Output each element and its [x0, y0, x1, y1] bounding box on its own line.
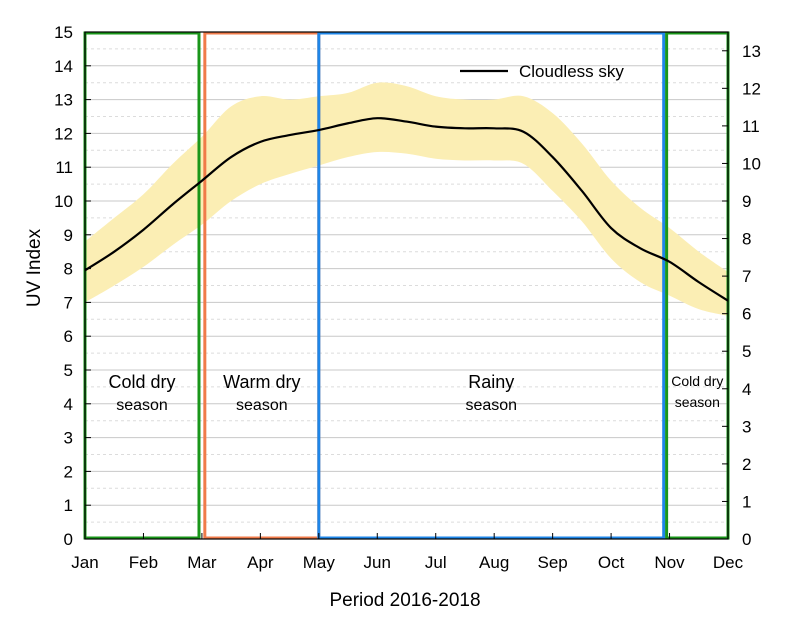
y-axis-title: UV Index — [24, 228, 45, 307]
x-tick-label: Feb — [129, 553, 158, 572]
x-tick-label: Jun — [364, 553, 391, 572]
x-tick-label: Oct — [598, 553, 625, 572]
y2-tick-label: 11 — [742, 117, 760, 136]
x-tick-label: Nov — [654, 553, 685, 572]
legend: Cloudless sky — [460, 62, 624, 81]
y-tick-label: 2 — [64, 462, 73, 481]
y-tick-label: 6 — [64, 327, 73, 346]
y2-tick-label: 5 — [742, 342, 751, 361]
season-sublabel-2: season — [465, 397, 517, 414]
y2-tick-label: 4 — [742, 380, 751, 399]
season-label-0: Cold dry — [108, 372, 175, 392]
y-tick-label: 4 — [64, 395, 73, 414]
y2-tick-label: 6 — [742, 305, 751, 324]
y2-tick-label: 10 — [742, 154, 761, 173]
x-tick-label: Jan — [71, 553, 98, 572]
x-axis-title: Period 2016-2018 — [329, 590, 480, 611]
y2-tick-label: 12 — [742, 79, 761, 98]
y-tick-label: 15 — [54, 23, 73, 42]
x-tick-label: Jul — [425, 553, 447, 572]
x-tick-label: Aug — [479, 553, 509, 572]
y2-tick-label: 2 — [742, 455, 751, 474]
y2-tick-label: 13 — [742, 42, 761, 61]
season-label-3: Cold dry — [671, 373, 723, 389]
y2-tick-label: 1 — [742, 492, 751, 511]
season-sublabel-0: season — [116, 397, 168, 414]
y-tick-label: 12 — [54, 124, 73, 143]
x-tick-label: Mar — [187, 553, 217, 572]
x-tick-label: Apr — [247, 553, 274, 572]
uncertainty-band — [85, 82, 728, 316]
season-sublabel-3: season — [675, 394, 720, 410]
uv-index-chart: Cold dry season Warm dry season Rainy season C… — [24, 23, 761, 611]
y-tick-label: 1 — [64, 496, 73, 515]
y-tick-label: 11 — [55, 158, 73, 177]
y-tick-label: 10 — [54, 192, 73, 211]
y-tick-label: 8 — [64, 260, 73, 279]
y-tick-label: 13 — [54, 91, 73, 110]
y2-tick-label: 9 — [742, 192, 751, 211]
y-tick-label: 14 — [54, 57, 73, 76]
legend-label-cloudless-sky: Cloudless sky — [519, 62, 624, 81]
x-tick-label: Dec — [713, 553, 744, 572]
y-tick-label: 0 — [64, 530, 73, 549]
y-tick-label: 5 — [64, 361, 73, 380]
season-label-1: Warm dry — [223, 372, 300, 392]
y2-tick-label: 7 — [742, 267, 751, 286]
x-tick-label: May — [303, 553, 336, 572]
x-tick-label: Sep — [538, 553, 568, 572]
y-tick-label: 7 — [64, 293, 73, 312]
y2-tick-label: 3 — [742, 417, 751, 436]
y-tick-label: 9 — [64, 226, 73, 245]
uv-range-band — [85, 82, 728, 316]
season-sublabel-1: season — [236, 397, 288, 414]
season-label-2: Rainy — [468, 372, 514, 392]
y2-tick-label: 0 — [742, 530, 751, 549]
y2-tick-label: 8 — [742, 230, 751, 249]
y-tick-label: 3 — [64, 429, 73, 448]
